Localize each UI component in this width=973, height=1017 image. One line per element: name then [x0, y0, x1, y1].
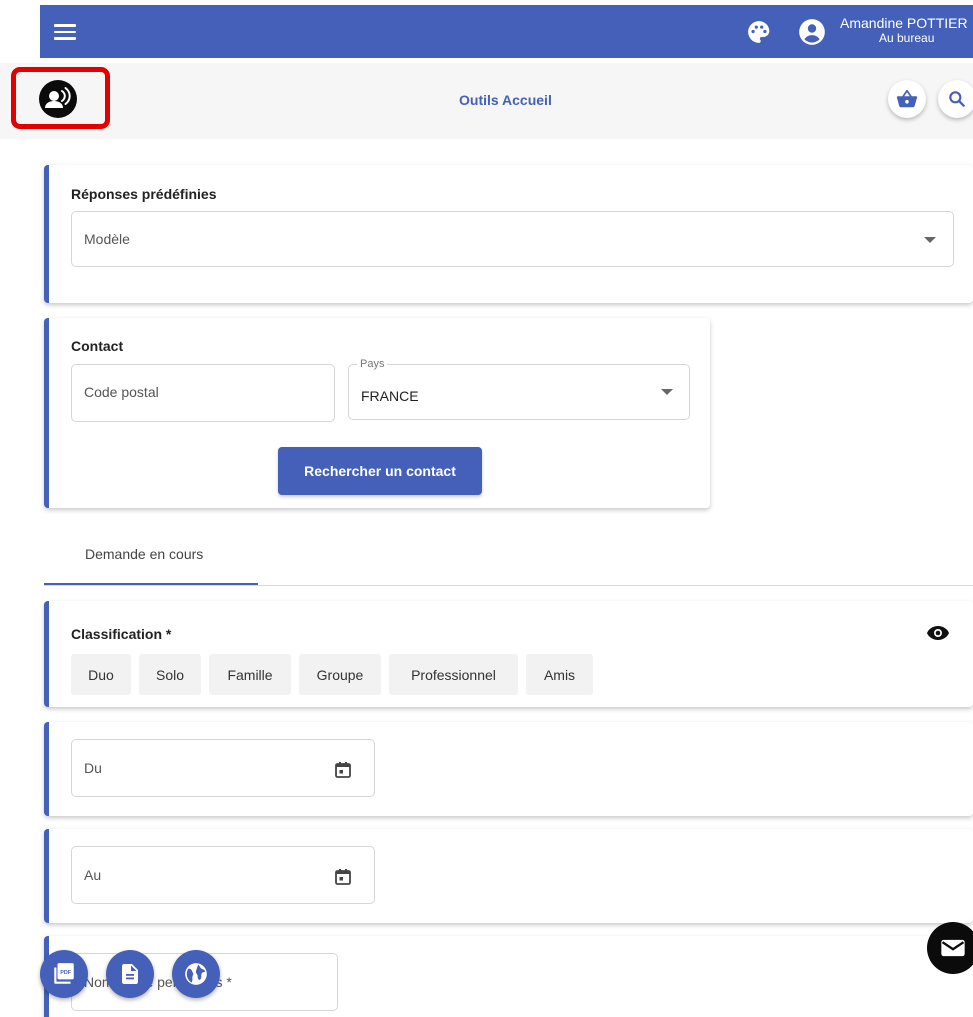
chip-famille[interactable]: Famille [209, 654, 291, 695]
page-title: Outils Accueil [459, 92, 552, 108]
country-value: FRANCE [361, 388, 419, 404]
search-button[interactable] [938, 80, 973, 118]
chip-solo[interactable]: Solo [139, 654, 201, 695]
menu-icon[interactable] [54, 24, 76, 40]
pdf-icon: PDF [54, 963, 74, 984]
basket-icon [896, 89, 918, 108]
globe-icon [185, 963, 207, 985]
to-date-card: Au [44, 829, 973, 923]
palette-icon[interactable] [746, 19, 772, 45]
classification-title: Classification * [71, 626, 172, 642]
to-date-placeholder: Au [84, 867, 102, 883]
predefined-responses-title: Réponses prédéfinies [71, 186, 217, 202]
chip-groupe[interactable]: Groupe [299, 654, 381, 695]
document-icon [122, 964, 138, 984]
pdf-fab[interactable]: PDF [40, 950, 88, 998]
model-select[interactable]: Modèle [71, 211, 954, 267]
chevron-down-icon [924, 237, 936, 243]
basket-button[interactable] [888, 80, 926, 118]
tab-label: Demande en cours [85, 546, 204, 562]
tab-divider [44, 585, 973, 586]
globe-fab[interactable] [172, 950, 220, 998]
chip-duo[interactable]: Duo [71, 654, 131, 695]
to-date-input[interactable]: Au [71, 846, 375, 904]
highlight-box [11, 67, 110, 129]
country-label: Pays [357, 358, 388, 370]
calendar-icon[interactable] [334, 761, 352, 779]
chip-amis[interactable]: Amis [526, 654, 593, 695]
user-status: Au bureau [879, 31, 935, 45]
from-date-placeholder: Du [84, 760, 102, 776]
user-name[interactable]: Amandine POTTIER [840, 15, 968, 31]
top-app-bar: Amandine POTTIER Au bureau [40, 5, 973, 58]
from-date-input[interactable]: Du [71, 739, 375, 797]
predefined-responses-card: Réponses prédéfinies Modèle [44, 165, 973, 303]
chip-professionnel[interactable]: Professionnel [389, 654, 518, 695]
tab-demande-en-cours[interactable]: Demande en cours [44, 528, 258, 586]
svg-text:PDF: PDF [60, 970, 72, 976]
mail-icon [941, 939, 965, 957]
from-date-card: Du [44, 722, 973, 816]
eye-icon[interactable] [926, 625, 950, 641]
calendar-icon[interactable] [334, 868, 352, 886]
postal-code-placeholder: Code postal [84, 384, 159, 400]
mail-fab[interactable] [927, 922, 973, 974]
postal-code-input[interactable]: Code postal [71, 364, 335, 422]
contact-title: Contact [71, 338, 124, 354]
model-placeholder: Modèle [84, 231, 130, 247]
search-contact-button[interactable]: Rechercher un contact [278, 447, 482, 495]
search-icon [949, 91, 965, 107]
chevron-down-icon [661, 389, 673, 395]
document-fab[interactable] [106, 950, 154, 998]
country-select[interactable]: Pays FRANCE [348, 358, 690, 420]
account-circle-icon[interactable] [798, 18, 826, 46]
